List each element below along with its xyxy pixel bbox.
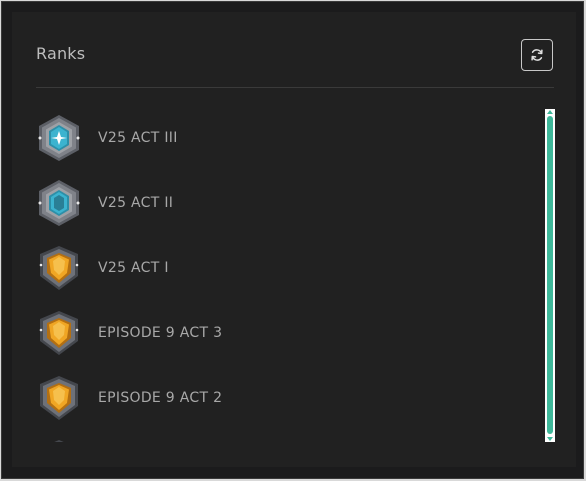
diamond-rank-icon: [38, 115, 80, 161]
scroll-down-icon[interactable]: [547, 437, 553, 441]
rank-item-v25-act-iii[interactable]: V25 ACT III: [32, 110, 542, 166]
diamond-rank-icon: [38, 180, 80, 226]
rank-item-partial[interactable]: [32, 434, 542, 442]
ranks-panel: Ranks V25 ACT III V25 ACT II V25 ACT I E…: [12, 12, 576, 467]
scrollbar[interactable]: [545, 109, 555, 442]
gold-rank-icon: [40, 376, 78, 420]
rank-icon: [54, 440, 64, 442]
refresh-button[interactable]: [521, 39, 553, 71]
panel-title: Ranks: [36, 44, 86, 63]
rank-item-v25-act-i[interactable]: V25 ACT I: [32, 240, 542, 296]
rank-item-episode-9-act-2[interactable]: EPISODE 9 ACT 2: [32, 370, 542, 426]
gold-rank-icon: [39, 311, 79, 355]
header-divider: [36, 87, 554, 88]
app-frame: Ranks V25 ACT III V25 ACT II V25 ACT I E…: [1, 1, 584, 479]
rank-item-episode-9-act-3[interactable]: EPISODE 9 ACT 3: [32, 305, 542, 361]
rank-label: V25 ACT I: [98, 260, 169, 276]
rank-label: V25 ACT II: [98, 195, 174, 211]
rank-item-v25-act-ii[interactable]: V25 ACT II: [32, 175, 542, 231]
ranks-list[interactable]: V25 ACT III V25 ACT II V25 ACT I EPISODE…: [32, 108, 542, 442]
scrollbar-thumb[interactable]: [547, 116, 553, 434]
rank-label: V25 ACT III: [98, 130, 178, 146]
scroll-up-icon[interactable]: [547, 110, 553, 114]
gold-rank-icon: [39, 246, 79, 290]
refresh-icon: [531, 49, 543, 61]
rank-label: EPISODE 9 ACT 3: [98, 325, 223, 341]
rank-label: EPISODE 9 ACT 2: [98, 390, 223, 406]
